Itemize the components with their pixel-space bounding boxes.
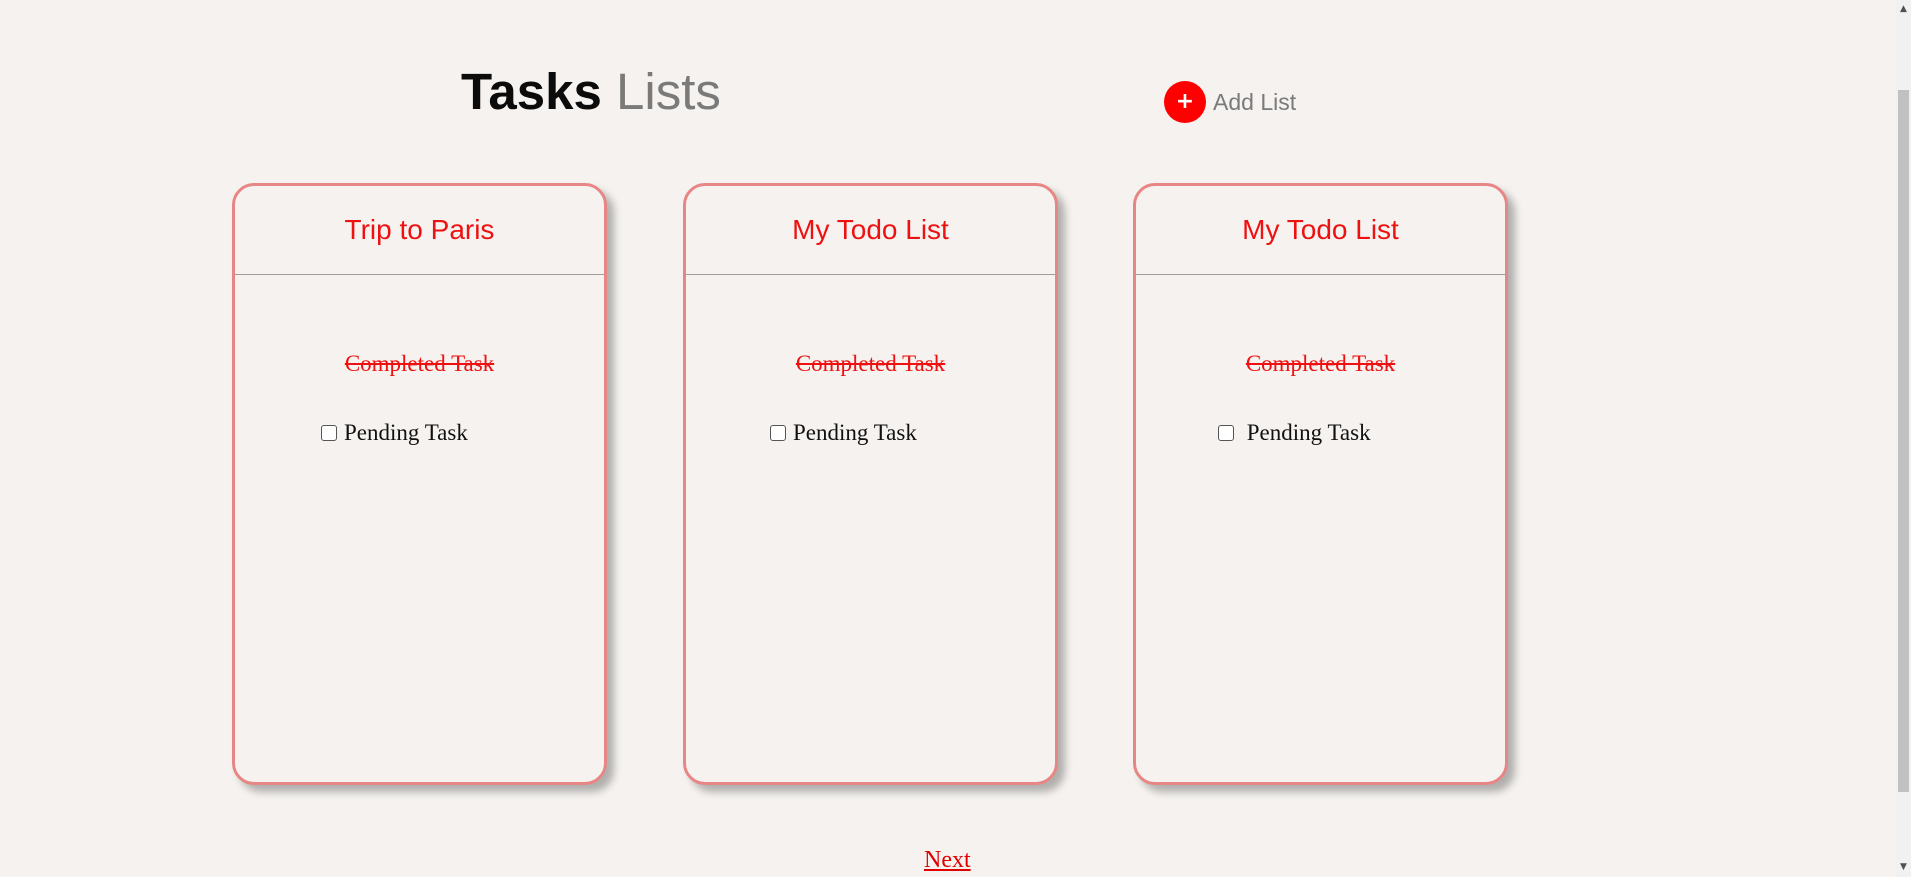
list-title[interactable]: Trip to Paris [345,214,495,246]
list-card-header: My Todo List [686,186,1055,275]
pending-task-checkbox[interactable] [770,425,786,441]
add-list-button[interactable]: + Add List [1164,81,1296,123]
next-page-link[interactable]: Next [924,847,971,874]
pending-task-checkbox[interactable] [321,425,337,441]
list-card-header: My Todo List [1136,186,1505,275]
add-list-label[interactable]: Add List [1213,89,1296,116]
list-card: My Todo List Completed Task Pending Task [1133,183,1508,785]
list-card-header: Trip to Paris [235,186,604,275]
pending-task-label[interactable]: Pending Task [344,420,468,446]
pending-task-label[interactable]: Pending Task [793,420,917,446]
tasks-lists-page: Tasks Lists + Add List Trip to Paris Com… [0,0,1911,877]
pending-task: Pending Task [770,420,917,446]
list-title[interactable]: My Todo List [792,214,949,246]
page-title: Tasks Lists [461,62,721,122]
page-title-strong: Tasks [461,63,602,120]
pending-task: Pending Task [1218,420,1371,446]
scroll-up-icon[interactable]: ▲ [1896,2,1911,17]
vertical-scrollbar[interactable]: ▲ ▼ [1896,0,1911,877]
list-card: Trip to Paris Completed Task Pending Tas… [232,183,607,785]
scroll-down-icon[interactable]: ▼ [1896,860,1911,875]
pending-task: Pending Task [321,420,468,446]
completed-task[interactable]: Completed Task [686,351,1055,377]
page-title-light: Lists [601,63,721,120]
pending-task-label[interactable]: Pending Task [1241,420,1371,446]
completed-task[interactable]: Completed Task [235,351,604,377]
list-card: My Todo List Completed Task Pending Task [683,183,1058,785]
scrollbar-thumb[interactable] [1898,90,1909,792]
pending-task-checkbox[interactable] [1218,425,1234,441]
plus-icon[interactable]: + [1164,81,1206,123]
list-title[interactable]: My Todo List [1242,214,1399,246]
completed-task[interactable]: Completed Task [1136,351,1505,377]
